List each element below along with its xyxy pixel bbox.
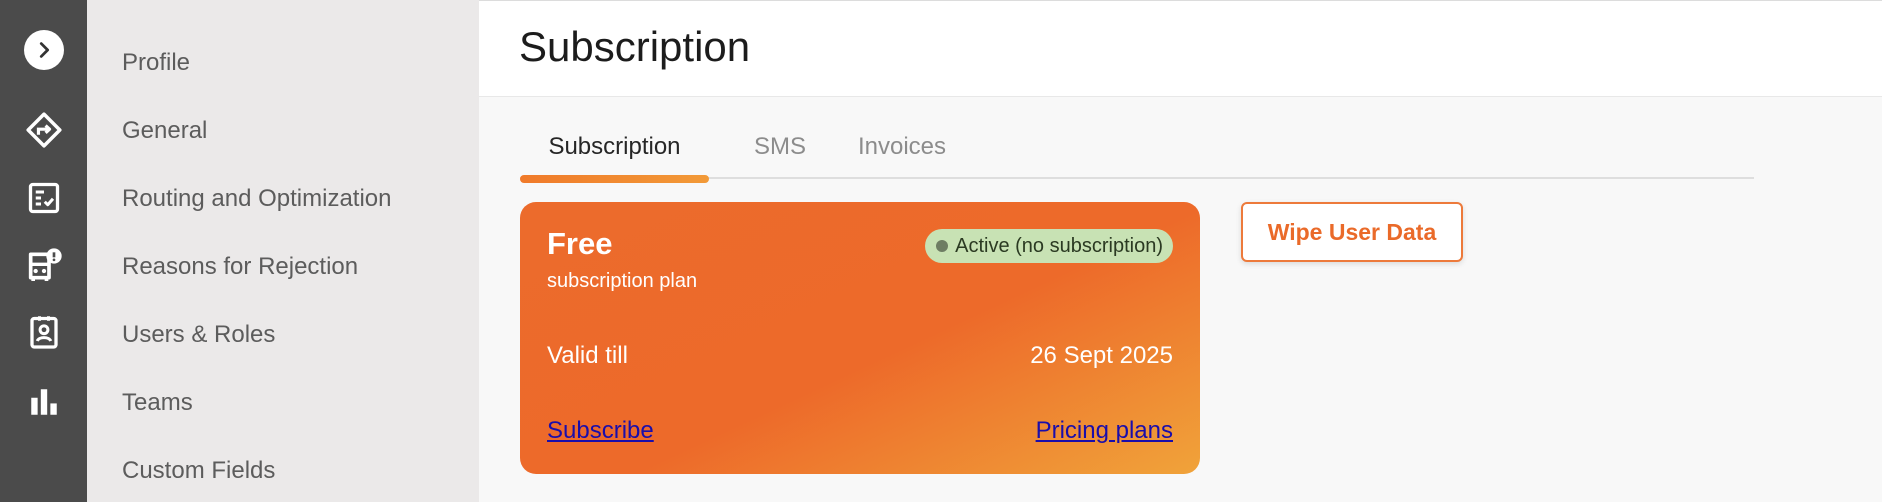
pricing-plans-link[interactable]: Pricing plans [1036,417,1173,445]
tab-sms[interactable]: SMS [725,115,835,179]
active-tab-indicator [520,175,709,183]
valid-till-date: 26 Sept 2025 [1030,342,1173,369]
nav-analytics-button[interactable] [0,372,87,432]
menu-item-users-roles[interactable]: Users & Roles [122,315,462,355]
tab-bar: Subscription SMS Invoices [520,115,1754,183]
checklist-icon [28,182,59,214]
tab-label: Subscription [548,133,681,160]
tab-label: SMS [753,133,806,160]
nav-vehicles-button[interactable] [0,236,87,296]
menu-item-profile[interactable]: Profile [122,43,462,83]
expand-nav-button[interactable] [0,20,87,80]
nav-contacts-button[interactable] [0,302,87,362]
nav-tasks-button[interactable] [0,168,87,228]
tab-subscription[interactable]: Subscription [520,115,709,183]
page-title: Subscription [519,23,751,70]
menu-item-rejection-reasons[interactable]: Reasons for Rejection [122,247,462,287]
status-badge: Active (no subscription) [925,229,1173,263]
wipe-user-data-button[interactable]: Wipe User Data [1241,202,1463,262]
tab-invoices[interactable]: Invoices [832,115,972,179]
contact-card-icon [29,316,58,349]
page-header: Subscription [479,0,1882,97]
plan-name: Free [547,226,613,261]
bar-chart-icon [30,389,57,415]
status-text: Active (no subscription) [955,234,1163,257]
plan-subtitle: subscription plan [547,270,698,292]
bus-alert-icon [28,248,62,281]
menu-item-routing[interactable]: Routing and Optimization [122,179,462,219]
subscribe-link[interactable]: Subscribe [547,417,654,445]
route-icon [25,112,62,148]
status-dot-icon [936,240,949,252]
tab-label: Invoices [857,133,947,160]
icon-rail [0,0,87,502]
settings-menu: Profile General Routing and Optimization… [87,0,479,502]
nav-routes-button[interactable] [0,100,87,160]
menu-item-custom-fields[interactable]: Custom Fields [122,451,462,491]
menu-item-general[interactable]: General [122,111,462,151]
menu-item-teams[interactable]: Teams [122,383,462,423]
valid-till-label: Valid till [547,342,628,369]
plan-card: Free subscription plan Active (no subscr… [520,202,1200,474]
chevron-right-icon [23,30,64,70]
